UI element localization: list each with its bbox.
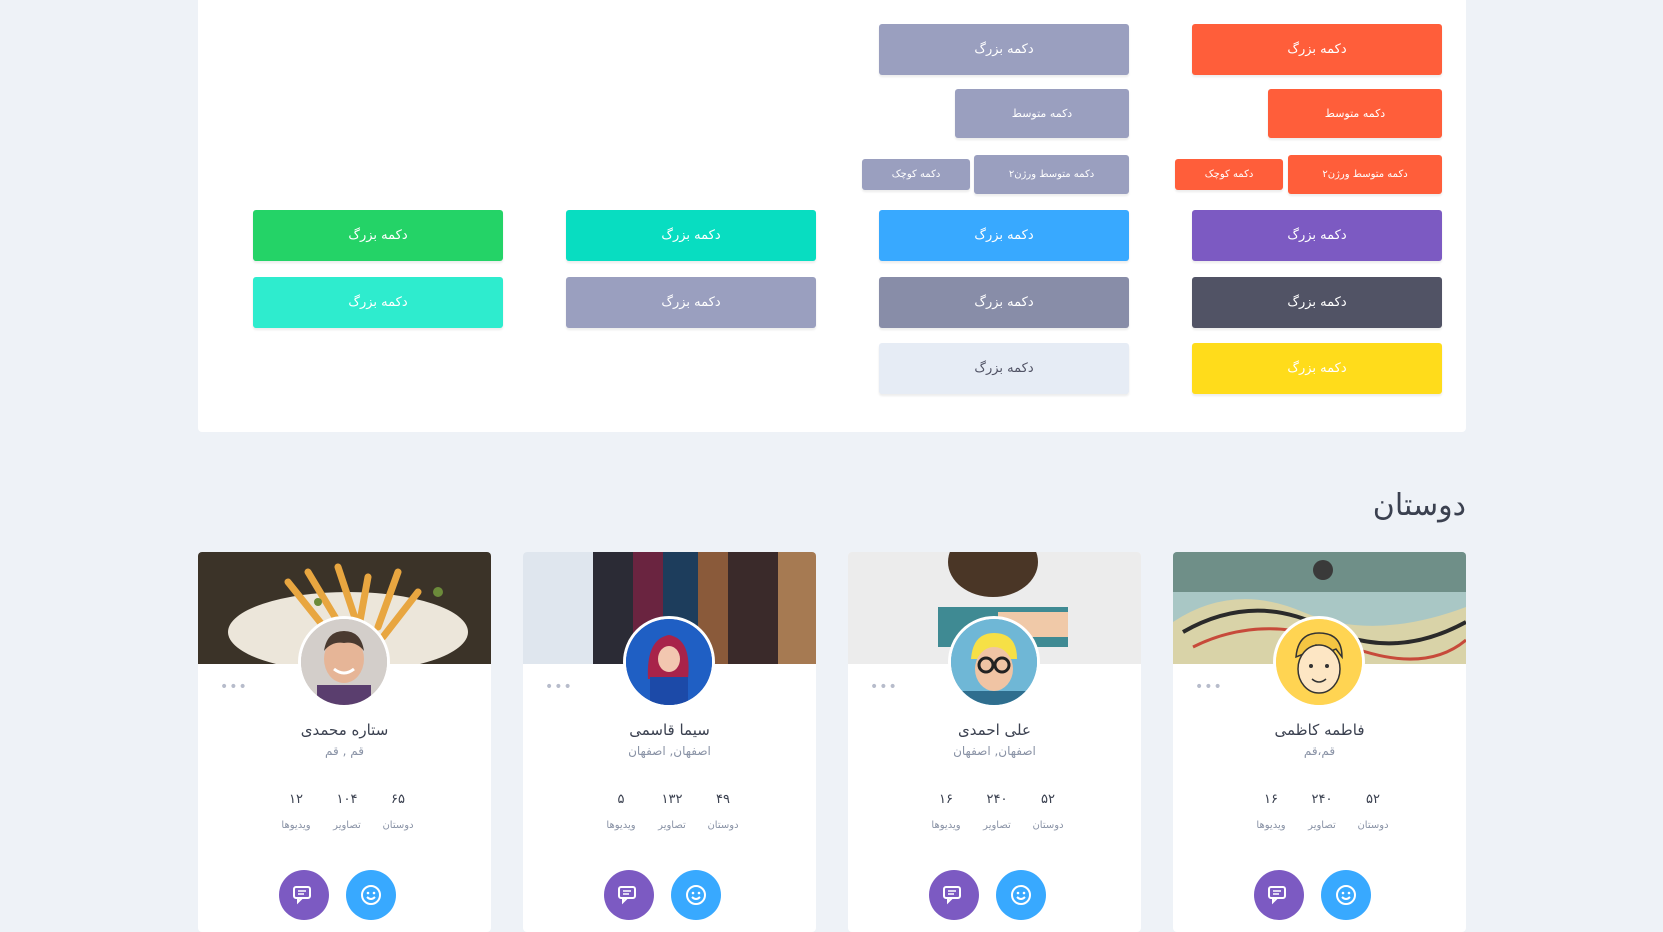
chat-icon (943, 886, 961, 905)
dark-large-button[interactable]: دکمه بزرگ (1192, 277, 1442, 328)
more-options-icon[interactable]: ••• (545, 679, 573, 695)
blue-large-button[interactable]: دکمه بزرگ (879, 210, 1129, 261)
videos-label: ویدیوها (281, 820, 311, 831)
avatar[interactable] (1273, 616, 1365, 708)
more-options-icon[interactable]: ••• (1195, 679, 1223, 695)
friends-label: دوستان (1357, 820, 1389, 831)
avatar[interactable] (298, 616, 390, 708)
slate-large-button[interactable]: دکمه بزرگ (879, 277, 1129, 328)
photos-count: ۲۴۰ (986, 792, 1008, 807)
friend-name[interactable]: سیما قاسمی (523, 721, 816, 739)
smile-icon (1336, 885, 1356, 905)
friend-location: قم،قم (1303, 744, 1336, 758)
purple-large-button[interactable]: دکمه بزرگ (1192, 210, 1442, 261)
friend-location: اصفهان, اصفهان (628, 744, 711, 758)
mint-large-button[interactable]: دکمه بزرگ (253, 277, 503, 328)
grey-medium-v2-button[interactable]: دکمه متوسط ورژن۲ (974, 155, 1129, 194)
chat-icon (618, 886, 636, 905)
friends-count: ۴۹ (716, 792, 730, 807)
teal-large-button[interactable]: دکمه بزرگ (566, 210, 816, 261)
photos-count: ۱۳۲ (661, 792, 683, 807)
friend-card: ••• ستاره محمدی قم , قم ۶۵ ۱۰۴ ۱۲ دوستان… (198, 552, 491, 932)
friends-label: دوستان (382, 820, 414, 831)
smile-icon (1011, 885, 1031, 905)
light-large-button[interactable]: دکمه بزرگ (879, 343, 1129, 394)
avatar[interactable] (948, 616, 1040, 708)
chat-icon (293, 886, 311, 905)
friend-name[interactable]: علی احمدی (848, 721, 1141, 739)
photos-count: ۱۰۴ (336, 792, 358, 807)
friends-label: دوستان (1032, 820, 1064, 831)
friend-location: قم , قم (325, 744, 364, 758)
photos-label: تصاویر (1308, 820, 1336, 831)
videos-count: ۵ (617, 792, 625, 807)
more-options-icon[interactable]: ••• (220, 679, 248, 695)
friends-count: ۵۲ (1366, 792, 1380, 807)
friends-count: ۵۲ (1041, 792, 1055, 807)
orange-medium-v2-button[interactable]: دکمه متوسط ورژن۲ (1288, 155, 1442, 194)
chat-icon (1268, 886, 1286, 905)
videos-label: ویدیوها (931, 820, 961, 831)
friends-label: دوستان (707, 820, 739, 831)
yellow-large-button[interactable]: دکمه بزرگ (1192, 343, 1442, 394)
smile-icon (686, 885, 706, 905)
photos-label: تصاویر (333, 820, 361, 831)
friends-section-title: دوستان (1372, 488, 1466, 523)
friend-name[interactable]: ستاره محمدی (198, 721, 491, 739)
videos-label: ویدیوها (606, 820, 636, 831)
videos-count: ۱۲ (289, 792, 303, 807)
friends-count: ۶۵ (391, 792, 405, 807)
friend-name[interactable]: فاطمه کاظمی (1173, 721, 1466, 739)
buttons-panel: دکمه بزرگ دکمه متوسط دکمه متوسط ورژن۲ دک… (198, 0, 1466, 432)
photos-label: تصاویر (658, 820, 686, 831)
smile-icon (361, 885, 381, 905)
photos-label: تصاویر (983, 820, 1011, 831)
orange-medium-button[interactable]: دکمه متوسط (1268, 89, 1442, 138)
friend-card: ••• سیما قاسمی اصفهان, اصفهان ۴۹ ۱۳۲ ۵ د… (523, 552, 816, 932)
grey-medium-button[interactable]: دکمه متوسط (955, 89, 1129, 138)
more-options-icon[interactable]: ••• (870, 679, 898, 695)
photos-count: ۲۴۰ (1311, 792, 1333, 807)
orange-large-button[interactable]: دکمه بزرگ (1192, 24, 1442, 75)
greyblue-large-button[interactable]: دکمه بزرگ (566, 277, 816, 328)
videos-count: ۱۶ (1264, 792, 1278, 807)
green-large-button[interactable]: دکمه بزرگ (253, 210, 503, 261)
grey-large-button[interactable]: دکمه بزرگ (879, 24, 1129, 75)
avatar[interactable] (623, 616, 715, 708)
videos-label: ویدیوها (1256, 820, 1286, 831)
grey-small-button[interactable]: دکمه کوچک (862, 159, 970, 190)
friend-card: ••• علی احمدی اصفهان, اصفهان ۵۲ ۲۴۰ ۱۶ د… (848, 552, 1141, 932)
videos-count: ۱۶ (939, 792, 953, 807)
orange-small-button[interactable]: دکمه کوچک (1175, 159, 1283, 190)
friend-location: اصفهان, اصفهان (953, 744, 1036, 758)
friend-card: ••• فاطمه کاظمی قم،قم ۵۲ ۲۴۰ ۱۶ دوستان ت… (1173, 552, 1466, 932)
